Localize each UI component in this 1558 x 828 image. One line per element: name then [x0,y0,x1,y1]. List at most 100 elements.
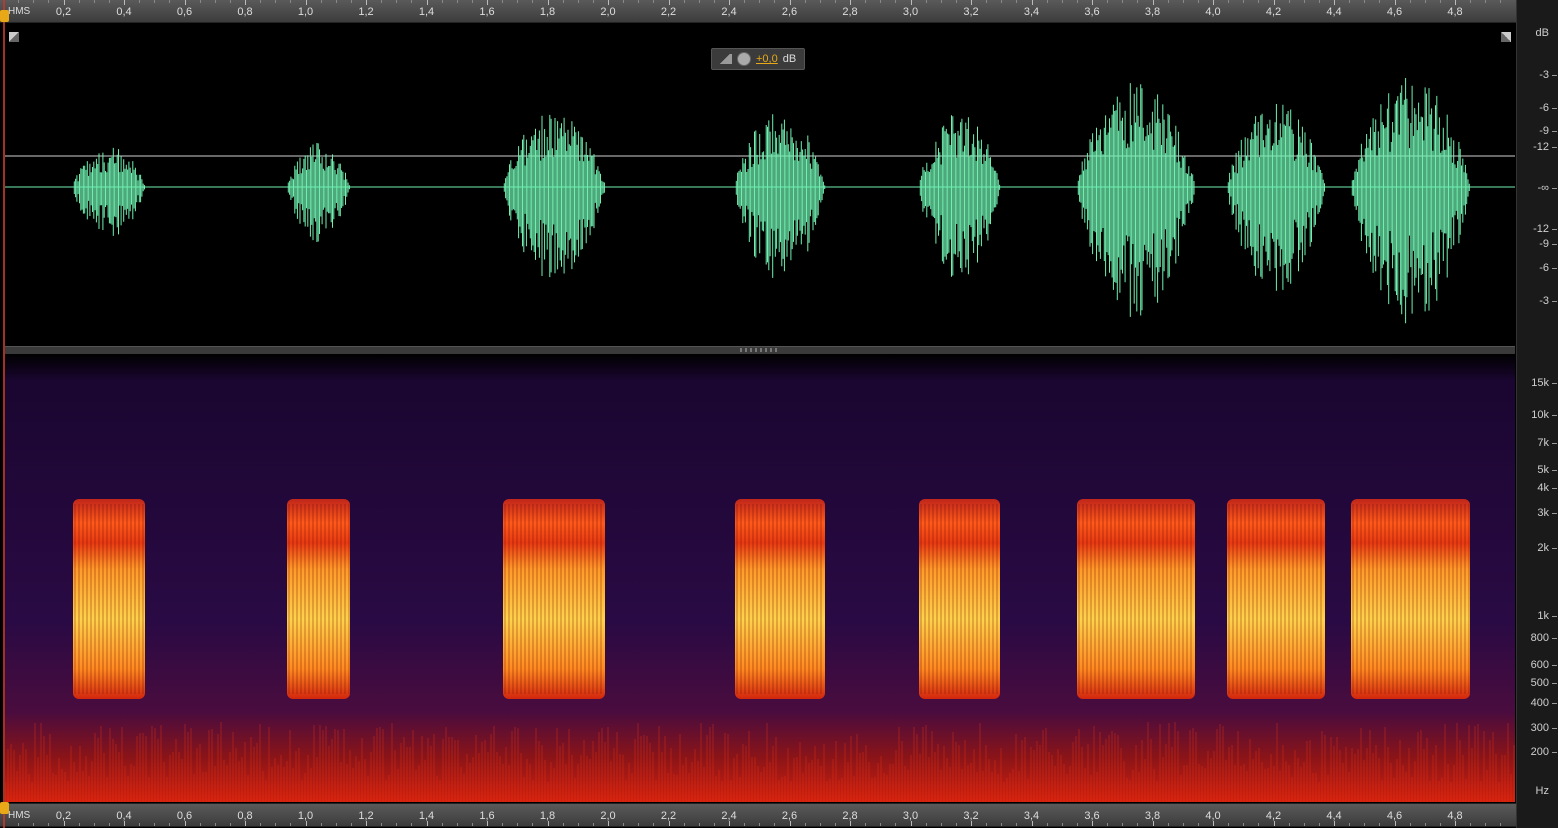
frequency-tick [1552,683,1557,684]
volume-hud[interactable]: +0,0 dB [711,48,805,70]
time-tick [1167,0,1169,3]
time-tick [275,823,277,826]
time-tick [517,823,519,826]
time-tick-label: 1,4 [418,6,435,18]
time-tick [1394,821,1396,826]
time-tick-label: 3,2 [963,6,979,18]
time-tick [1243,823,1245,826]
frequency-tick [1552,728,1557,729]
time-tick [774,0,776,3]
time-tick [441,0,443,3]
time-tick-label: 2,8 [842,6,858,18]
time-tick [275,0,277,3]
waveform-panel[interactable] [5,26,1515,346]
time-ruler-bottom[interactable]: HMS 0,2 0,4 0,6 0,8 1,0 1,2 1,4 1,6 1,8 2,0 2,2 2,4… [0,803,1516,827]
time-tick [1076,823,1078,826]
time-tick [547,0,549,5]
time-tick [895,823,897,826]
time-tick [1061,0,1063,3]
frequency-tick [1552,665,1557,666]
time-tick [713,823,715,826]
time-tick [789,0,791,5]
frequency-tick-label: 600 [1530,659,1549,671]
time-tick [1122,0,1124,3]
zoom-corner-icon[interactable] [1501,32,1511,42]
time-tick [124,821,125,826]
time-tick [1258,823,1260,826]
time-tick [1213,0,1214,5]
time-tick [381,0,383,3]
time-tick [623,0,625,3]
time-tick [1349,823,1351,826]
time-tick [925,823,927,826]
time-tick [1455,0,1456,5]
time-tick [1470,823,1472,826]
time-tick [381,823,383,826]
time-tick [1092,0,1093,5]
frequency-scale[interactable]: Hz 15k 10k 7k 5k 4k 3k 2k 1k 800 600 500 400 300 200 [1517,0,1558,828]
time-ruler-top[interactable]: HMS 0,2 0,4 0,6 0,8 1,0 1,2 1,4 1,6 1,8 2,0 2,2 2,4… [0,0,1516,23]
time-tick [1137,823,1139,826]
frequency-tick [1552,443,1557,444]
time-tick [1122,823,1124,826]
time-tick [986,823,988,826]
time-tick [1167,823,1169,826]
time-tick [850,821,851,826]
frequency-tick [1552,703,1557,704]
time-tick [1273,821,1275,826]
time-tick [1303,823,1305,826]
time-tick [456,823,458,826]
spectral-frequency-panel[interactable] [4,354,1515,802]
time-tick [532,823,534,826]
time-tick [683,823,685,826]
time-tick [1303,0,1305,3]
time-tick [1273,0,1275,5]
time-tick [774,823,776,826]
time-tick [653,823,655,826]
time-tick-label: 1,6 [479,6,495,18]
time-tick [154,823,156,826]
time-tick [759,0,761,3]
volume-value[interactable]: +0,0 [756,53,778,65]
frequency-tick-label: 4k [1537,482,1549,494]
time-tick [577,823,579,826]
waveform-trace [73,78,1470,324]
time-tick [1228,823,1230,826]
time-tick [865,823,867,826]
time-tick [895,0,897,3]
time-tick [124,0,125,5]
time-tick [184,821,186,826]
time-tick-label: 3,4 [1023,6,1040,18]
time-tick [698,823,700,826]
time-tick [139,823,141,826]
time-tick [139,0,141,3]
time-tick [396,823,398,826]
divider-grip-icon[interactable] [740,348,780,352]
waveform-display[interactable] [5,26,1515,346]
time-tick [1470,0,1472,3]
time-tick [804,0,806,3]
time-tick [1258,0,1260,3]
playhead-marker-icon[interactable] [0,802,9,814]
frequency-tick-label: 1k [1537,610,1549,622]
time-unit-label: HMS [8,810,31,821]
time-tick [1197,823,1199,826]
time-tick [350,823,352,826]
zoom-corner-icon[interactable] [9,32,19,42]
frequency-tick [1552,383,1557,384]
playhead-marker-icon[interactable] [0,10,9,22]
time-tick [1500,823,1502,826]
frequency-tick-label: 7k [1537,437,1549,449]
time-tick [305,821,307,826]
playhead[interactable] [3,0,5,828]
spectrogram-burst [503,499,605,699]
time-tick [214,823,216,826]
time-tick [260,823,262,826]
time-tick [789,821,791,826]
spectrogram-display[interactable] [4,354,1515,802]
time-tick [1152,0,1154,5]
volume-knob-icon[interactable] [737,52,751,66]
spectrogram-burst [919,499,1000,699]
time-tick [426,0,428,5]
time-tick [1197,0,1199,3]
